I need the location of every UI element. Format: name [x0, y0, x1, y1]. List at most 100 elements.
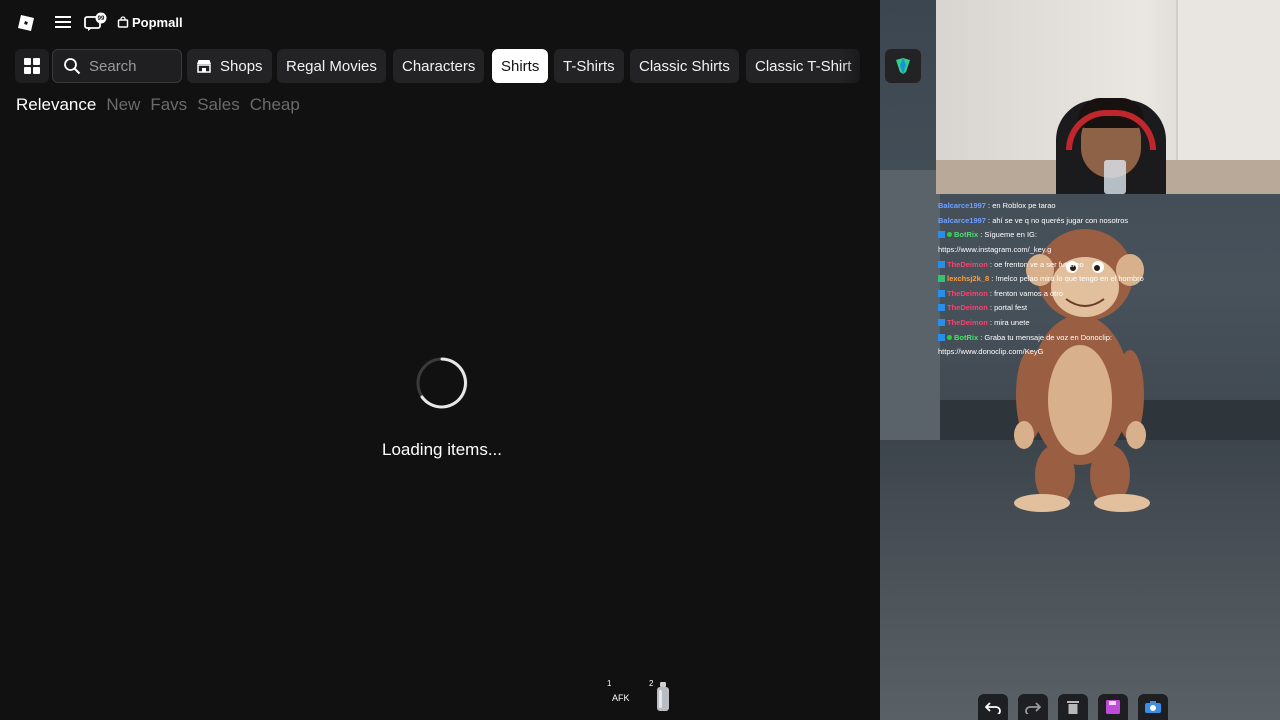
chat-username: TheDeimon: [947, 303, 988, 313]
chat-message: TheDeimon : portal fest: [938, 301, 1278, 316]
chat-text: : oe frenton ve a ser fut creo: [987, 259, 1084, 269]
roblox-logo-icon[interactable]: [17, 14, 35, 32]
moderator-badge-icon: [938, 289, 945, 297]
slot-number: 2: [649, 679, 654, 688]
chip-label: Shops: [220, 57, 263, 75]
scroll-fade: [840, 49, 880, 85]
stream-chat: Balcarce1997 : en Roblox pe tarao Balcar…: [938, 199, 1278, 360]
chip-classic-shirts[interactable]: Classic Shirts: [630, 49, 739, 83]
catalog-panel: 99 Popmall Search Shops Regal Movies Cha…: [0, 0, 880, 720]
chat-message: BotRix : Graba tu mensaje de voz en Dono…: [938, 331, 1278, 346]
chip-shirts[interactable]: Shirts: [492, 49, 549, 83]
sort-bar: Relevance New Favs Sales Cheap: [16, 95, 300, 117]
search-box[interactable]: [52, 49, 182, 83]
chat-username: BotRix: [954, 230, 979, 240]
chat-text: : Graba tu mensaje de voz en Donoclip:: [978, 332, 1112, 342]
chat-text: : ahí se ve q no querés jugar con nosotr…: [985, 215, 1129, 225]
chat-text: : mira unete: [987, 318, 1030, 327]
search-icon: [64, 58, 81, 75]
loading-indicator: Loading items...: [342, 355, 542, 460]
chat-username: TheDeimon: [947, 288, 988, 298]
top-bar: 99 Popmall: [0, 0, 880, 44]
chat-message: BotRix : Sígueme en IG:: [938, 228, 1278, 243]
grid-view-button[interactable]: [15, 49, 49, 83]
webcam-cup: [1104, 160, 1126, 194]
chat-message: TheDeimon : mira unete: [938, 316, 1278, 331]
chip-label: T-Shirts: [563, 57, 615, 75]
bottle-icon: [657, 682, 669, 711]
undo-button[interactable]: [978, 694, 1008, 720]
moderator-badge-icon: [938, 231, 945, 239]
brand-name: Popmall: [132, 14, 183, 30]
loading-text: Loading items...: [381, 440, 502, 459]
chat-text: : Sígueme en IG:: [978, 230, 1037, 240]
redo-button[interactable]: [1018, 694, 1048, 720]
slot-label: AFK: [612, 693, 630, 703]
chip-shops[interactable]: Shops: [187, 49, 272, 83]
shopping-bag-icon: [117, 16, 129, 28]
subscriber-badge-icon: [938, 275, 945, 283]
loading-spinner-icon: [416, 357, 468, 409]
chip-label: Regal Movies: [286, 57, 377, 75]
notification-badge: 99: [98, 16, 105, 22]
chat-message: TheDeimon : frenton vamos a otro: [938, 287, 1278, 302]
chat-link: https://www.instagram.com/_key.g: [938, 244, 1052, 254]
hotbar: 1 AFK 2: [600, 676, 680, 720]
search-input[interactable]: [89, 57, 169, 75]
screenshot-button[interactable]: [1138, 694, 1168, 720]
sort-new[interactable]: New: [106, 95, 140, 117]
online-dot-icon: [947, 232, 952, 238]
redo-icon: [1025, 702, 1041, 714]
hotbar-slot-2[interactable]: 2: [644, 676, 680, 716]
sort-favs[interactable]: Favs: [150, 95, 187, 117]
chip-label: Characters: [402, 57, 476, 75]
moderator-badge-icon: [938, 304, 945, 312]
hotbar-slot-1[interactable]: 1 AFK: [602, 676, 638, 716]
chat-text: : en Roblox pe tarao: [985, 201, 1056, 210]
chat-text: : portal fest: [987, 303, 1028, 313]
chat-text: : frenton vamos a otro: [987, 288, 1063, 298]
chip-label: Classic T-Shirt: [755, 57, 852, 75]
chat-username: BotRix: [954, 332, 979, 342]
undo-icon: [985, 702, 1001, 714]
sort-cheap[interactable]: Cheap: [250, 95, 300, 117]
sort-sales[interactable]: Sales: [197, 95, 240, 117]
chat-message: lexchsj2k_8 : !melco pelao mira lo que t…: [938, 272, 1278, 287]
chat-username: TheDeimon: [947, 259, 988, 269]
moderator-badge-icon: [938, 260, 945, 268]
moderator-badge-icon: [938, 333, 945, 341]
delete-button[interactable]: [1058, 694, 1088, 720]
chat-message: TheDeimon : oe frenton ve a ser fut creo: [938, 258, 1278, 273]
hamburger-menu-icon[interactable]: [54, 14, 72, 30]
brand[interactable]: Popmall: [117, 13, 183, 31]
chat-icon[interactable]: 99: [84, 12, 108, 32]
chip-label: Shirts: [501, 57, 540, 75]
wall: [880, 170, 940, 470]
chat-username: lexchsj2k_8: [947, 274, 990, 284]
chat-message: https://www.donoclip.com/KeyG: [938, 345, 1278, 360]
chip-characters[interactable]: Characters: [393, 49, 485, 83]
chat-message: Balcarce1997 : ahí se ve q no querés jug…: [938, 214, 1278, 229]
gem-button[interactable]: [885, 49, 921, 83]
chat-message: https://www.instagram.com/_key.g: [938, 243, 1278, 258]
chip-regal-movies[interactable]: Regal Movies: [277, 49, 386, 83]
online-dot-icon: [947, 334, 952, 340]
save-button[interactable]: [1098, 694, 1128, 720]
moderator-badge-icon: [938, 319, 945, 326]
chat-link: https://www.donoclip.com/KeyG: [938, 347, 1044, 357]
build-toolbar: [978, 694, 1168, 720]
trash-icon: [1067, 701, 1079, 714]
chat-message: Balcarce1997 : en Roblox pe tarao: [938, 199, 1278, 214]
sort-relevance[interactable]: Relevance: [16, 95, 96, 117]
filter-bar: Shops Regal Movies Characters Shirts T-S…: [0, 49, 880, 85]
chip-label: Classic Shirts: [639, 57, 730, 75]
chat-username: Balcarce1997: [938, 215, 986, 225]
store-icon: [197, 60, 211, 73]
grid-icon: [24, 58, 40, 74]
webcam-overlay: [936, 0, 1280, 194]
gem-icon: [896, 58, 910, 74]
chip-t-shirts[interactable]: T-Shirts: [554, 49, 624, 83]
chat-username: TheDeimon: [947, 318, 988, 327]
chat-text: : !melco pelao mira lo que tengo en el h…: [989, 274, 1144, 284]
chat-username: Balcarce1997: [938, 201, 986, 210]
